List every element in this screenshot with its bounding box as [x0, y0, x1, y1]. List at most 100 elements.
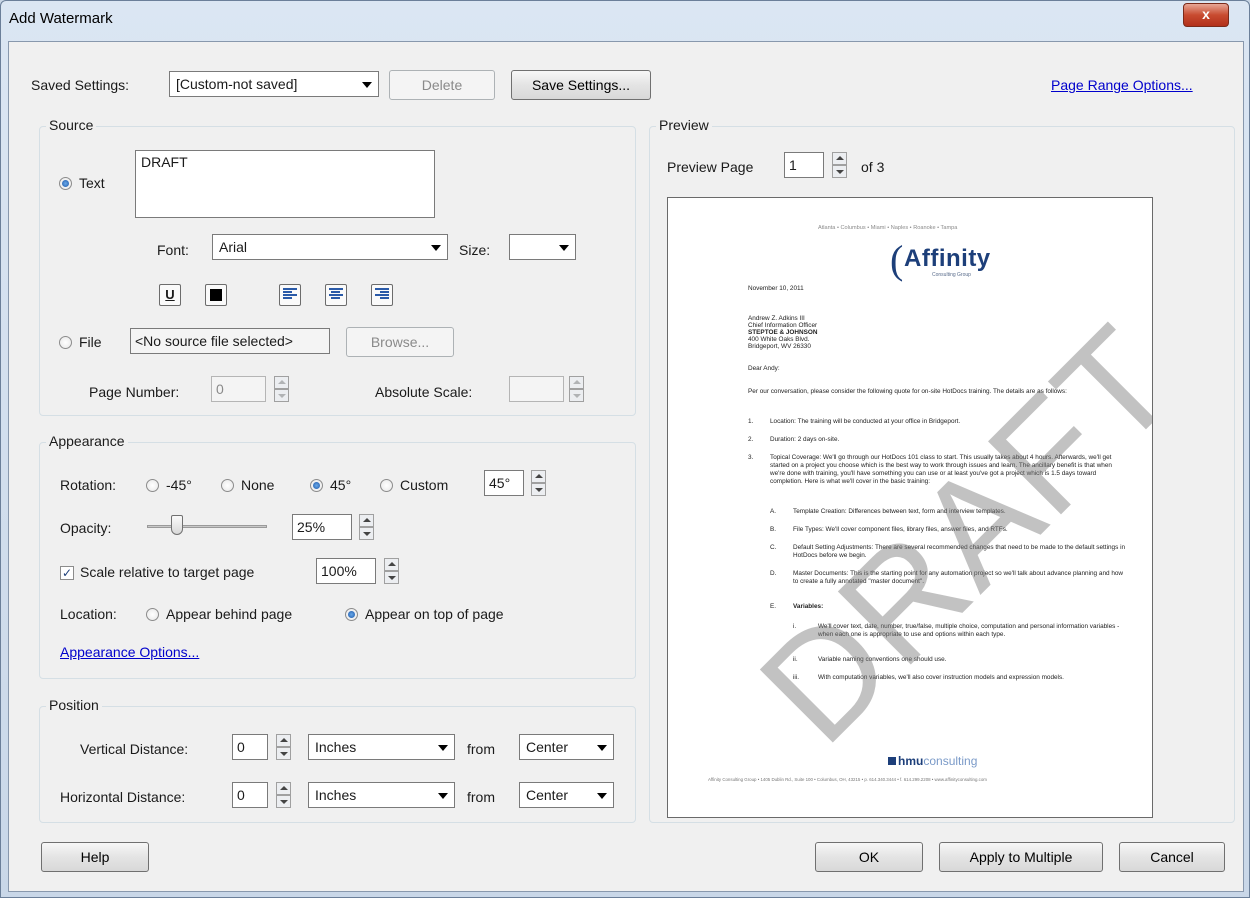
close-button[interactable]: x: [1183, 3, 1229, 27]
align-center-icon: [329, 288, 343, 302]
underline-button[interactable]: U: [159, 284, 181, 306]
hmu-bold-text: hmu: [898, 754, 924, 768]
size-label: Size:: [459, 242, 491, 258]
saved-settings-dropdown[interactable]: [Custom-not saved]: [169, 71, 379, 97]
align-center-button[interactable]: [325, 284, 347, 306]
rotation-none-radio[interactable]: [221, 479, 234, 492]
vertical-distance-spinner[interactable]: [276, 734, 291, 760]
watermark-text-area[interactable]: DRAFT: [135, 150, 435, 218]
absolute-scale-field[interactable]: [509, 376, 564, 402]
rotation-custom-label: Custom: [400, 477, 449, 493]
align-right-icon: [375, 288, 389, 302]
rotation-45-radio[interactable]: [310, 479, 323, 492]
doc-greeting: Dear Andy:: [748, 365, 780, 372]
size-dropdown[interactable]: [509, 234, 576, 260]
horizontal-from-dropdown[interactable]: Center: [519, 782, 614, 808]
doc-item3-num: 3.: [748, 454, 754, 461]
horizontal-from-value: Center: [526, 787, 569, 803]
opacity-label: Opacity:: [60, 520, 112, 536]
vertical-unit-dropdown[interactable]: Inches: [308, 734, 455, 760]
page-number-field[interactable]: 0: [211, 376, 266, 402]
align-left-button[interactable]: [279, 284, 301, 306]
logo-text: Affinity: [904, 245, 991, 272]
opacity-spinner[interactable]: [359, 514, 374, 540]
browse-button[interactable]: Browse...: [346, 327, 454, 357]
file-radio[interactable]: [59, 336, 72, 349]
page-number-spinner[interactable]: [274, 376, 289, 402]
logo-subtext: Consulting Group: [932, 272, 971, 278]
absolute-scale-spinner[interactable]: [569, 376, 584, 402]
vertical-unit-value: Inches: [315, 739, 357, 755]
rotation-custom-radio[interactable]: [380, 479, 393, 492]
absolute-scale-label: Absolute Scale:: [375, 384, 473, 400]
preview-group-title: Preview: [656, 117, 712, 133]
rotation-label: Rotation:: [60, 477, 117, 493]
source-file-field: <No source file selected>: [130, 328, 330, 354]
apply-to-multiple-button[interactable]: Apply to Multiple: [939, 842, 1103, 872]
title-bar[interactable]: Add Watermark x: [1, 1, 1249, 41]
horizontal-distance-field[interactable]: 0: [232, 782, 268, 808]
page-number-label: Page Number:: [89, 384, 180, 400]
vertical-distance-field[interactable]: 0: [232, 734, 268, 760]
chevron-down-icon: [431, 245, 441, 251]
help-button[interactable]: Help: [41, 842, 149, 872]
page-range-options-link[interactable]: Page Range Options...: [1051, 77, 1193, 93]
scale-field[interactable]: 100%: [316, 558, 376, 584]
draft-watermark: DRAFT: [727, 294, 1153, 774]
align-right-button[interactable]: [371, 284, 393, 306]
preview-page-field[interactable]: 1: [784, 152, 824, 178]
chevron-down-icon: [597, 745, 607, 751]
doc-item2-num: 2.: [748, 436, 754, 443]
vertical-from-value: Center: [526, 739, 569, 755]
vertical-distance-label: Vertical Distance:: [80, 741, 189, 757]
scale-relative-checkbox[interactable]: ✓: [60, 566, 74, 580]
doc-cities: Atlanta • Columbus • Miami • Naples • Ro…: [818, 225, 958, 231]
appearance-group-title: Appearance: [46, 433, 128, 449]
vertical-from-label: from: [467, 741, 495, 757]
custom-rotation-spinner[interactable]: [531, 470, 546, 496]
horizontal-unit-value: Inches: [315, 787, 357, 803]
file-radio-label: File: [79, 334, 102, 350]
chevron-down-icon: [362, 82, 372, 88]
horizontal-unit-dropdown[interactable]: Inches: [308, 782, 455, 808]
page-count-label: of 3: [861, 159, 885, 175]
opacity-slider-thumb[interactable]: [171, 515, 183, 535]
rotation-minus45-radio[interactable]: [146, 479, 159, 492]
delete-button[interactable]: Delete: [389, 70, 495, 100]
horizontal-from-label: from: [467, 789, 495, 805]
appear-behind-radio[interactable]: [146, 608, 159, 621]
position-group-title: Position: [46, 697, 102, 713]
doc-subB-letter: B.: [770, 526, 777, 533]
text-color-button[interactable]: [205, 284, 227, 306]
vertical-from-dropdown[interactable]: Center: [519, 734, 614, 760]
opacity-slider-track[interactable]: [147, 525, 267, 528]
text-radio[interactable]: [59, 177, 72, 190]
color-swatch-icon: [210, 289, 222, 301]
appearance-options-link[interactable]: Appearance Options...: [60, 644, 199, 660]
custom-rotation-field[interactable]: 45°: [484, 470, 524, 496]
appear-on-top-label: Appear on top of page: [365, 606, 504, 622]
rotation-none-label: None: [241, 477, 275, 493]
location-label: Location:: [60, 606, 117, 622]
text-radio-label: Text: [79, 175, 105, 191]
chevron-down-icon: [597, 793, 607, 799]
swirl-icon: (: [890, 237, 904, 282]
opacity-field[interactable]: 25%: [292, 514, 352, 540]
font-dropdown[interactable]: Arial: [212, 234, 448, 260]
preview-document-page: Atlanta • Columbus • Miami • Naples • Ro…: [667, 197, 1153, 818]
appear-behind-label: Appear behind page: [166, 606, 293, 622]
hmu-logo: hmuconsulting: [888, 754, 977, 768]
appear-on-top-radio[interactable]: [345, 608, 358, 621]
preview-page-spinner[interactable]: [832, 152, 847, 178]
horizontal-distance-spinner[interactable]: [276, 782, 291, 808]
ok-button[interactable]: OK: [815, 842, 923, 872]
align-left-icon: [283, 288, 297, 302]
doc-item1-num: 1.: [748, 418, 754, 425]
cancel-button[interactable]: Cancel: [1119, 842, 1225, 872]
scale-spinner[interactable]: [384, 558, 399, 584]
save-settings-button[interactable]: Save Settings...: [511, 70, 651, 100]
preview-page-label: Preview Page: [667, 159, 754, 175]
doc-subD-letter: D.: [770, 570, 777, 577]
saved-settings-value: [Custom-not saved]: [176, 76, 298, 92]
doc-subA-letter: A.: [770, 508, 777, 515]
